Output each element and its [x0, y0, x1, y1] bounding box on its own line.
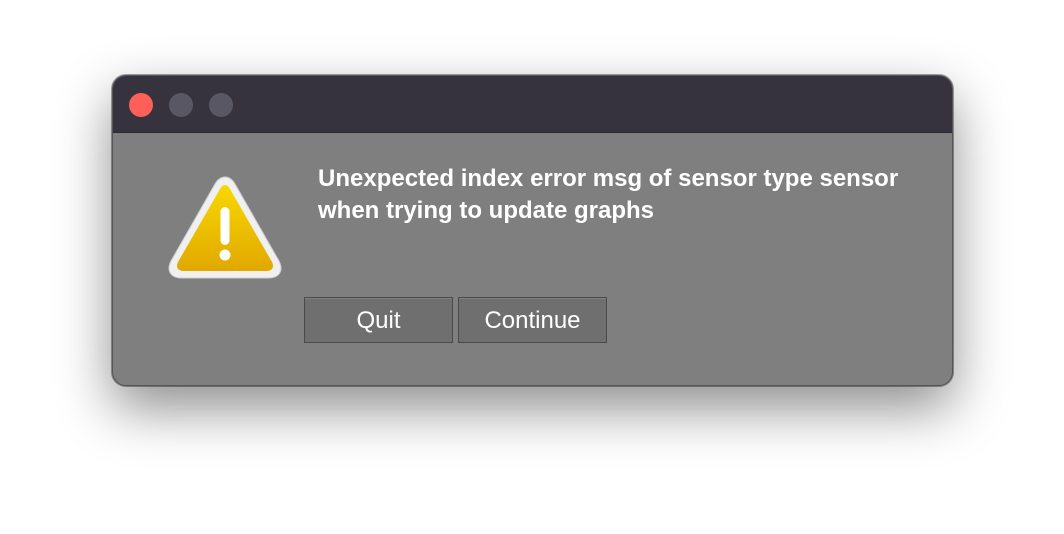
alert-message: Unexpected index error msg of sensor typ… — [318, 165, 899, 224]
alert-window: Unexpected index error msg of sensor typ… — [112, 75, 953, 386]
alert-content: Unexpected index error msg of sensor typ… — [113, 133, 952, 385]
close-window-button[interactable] — [129, 93, 153, 117]
zoom-window-button[interactable] — [209, 93, 233, 117]
warning-icon — [168, 176, 282, 279]
continue-button[interactable]: Continue — [458, 297, 607, 343]
quit-button[interactable]: Quit — [304, 297, 453, 343]
minimize-window-button[interactable] — [169, 93, 193, 117]
title-bar[interactable] — [113, 76, 952, 133]
